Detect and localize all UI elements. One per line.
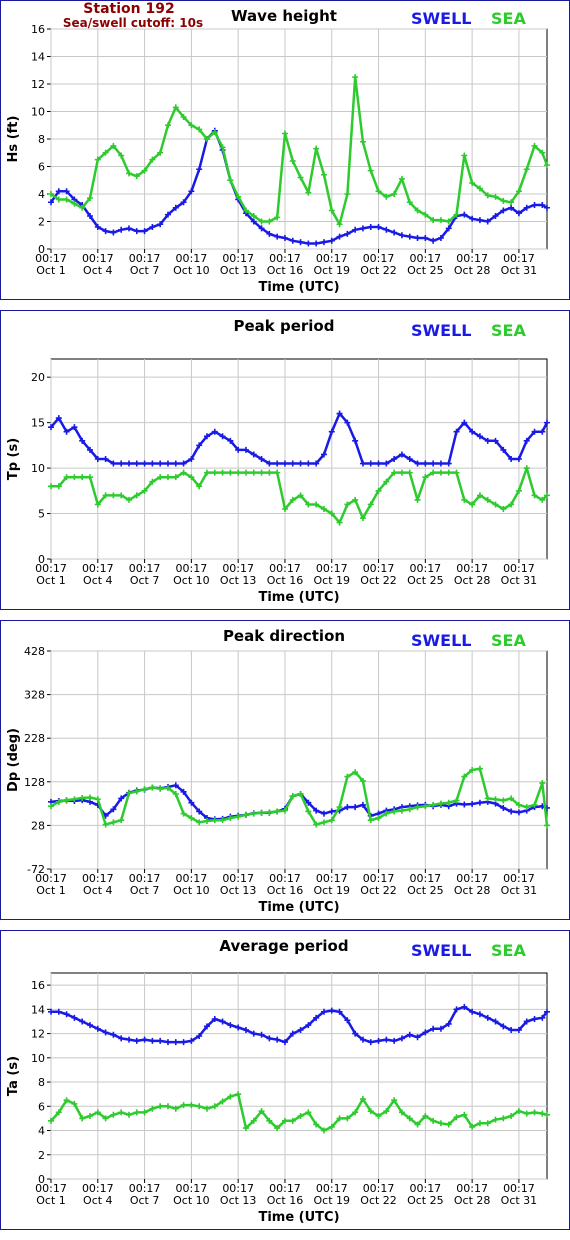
- x-tick-date: Oct 10: [173, 1194, 210, 1207]
- x-tick-date: Oct 13: [220, 574, 257, 587]
- x-tick-date: Oct 16: [267, 1194, 304, 1207]
- legend-sea: SEA: [491, 9, 526, 28]
- x-axis-label: Time (UTC): [258, 900, 339, 915]
- y-tick-label: 20: [31, 371, 45, 384]
- x-tick-date: Oct 31: [501, 264, 538, 277]
- y-tick-label: 12: [31, 1028, 45, 1041]
- y-tick-label: 2: [38, 216, 45, 229]
- x-tick-date: Oct 4: [83, 264, 113, 277]
- y-tick-label: 16: [31, 23, 45, 36]
- legend-swell: SWELL: [411, 941, 472, 960]
- chart-title: Peak direction: [222, 627, 346, 645]
- x-tick-date: Oct 7: [130, 574, 160, 587]
- y-axis-label: Ta (s): [6, 1056, 21, 1096]
- x-tick-date: Oct 13: [220, 884, 257, 897]
- y-axis-label: Tp (s): [6, 438, 21, 480]
- y-tick-label: 10: [31, 1052, 45, 1065]
- legend-sea: SEA: [491, 941, 526, 960]
- x-tick-date: Oct 7: [130, 1194, 160, 1207]
- x-tick-date: Oct 16: [267, 884, 304, 897]
- y-tick-label: 6: [38, 161, 45, 174]
- x-tick-date: Oct 4: [83, 574, 113, 587]
- x-tick-date: Oct 25: [407, 1194, 444, 1207]
- y-tick-label: 10: [31, 462, 45, 475]
- average-period-panel: 0 2 4 6 8 10 12 14 16 00:17 Oct 1 00:17 Oct 4 00:17 Oc…: [0, 930, 570, 1230]
- y-tick-label: 28: [31, 819, 45, 832]
- x-tick-date: Oct 10: [173, 574, 210, 587]
- x-tick-date: Oct 19: [313, 1194, 350, 1207]
- x-tick-date: Oct 31: [501, 1194, 538, 1207]
- x-tick-date: Oct 19: [313, 264, 350, 277]
- x-tick-date: Oct 4: [83, 884, 113, 897]
- x-tick-date: Oct 1: [36, 264, 66, 277]
- y-tick-label: 15: [31, 417, 45, 430]
- x-tick-date: Oct 22: [360, 1194, 397, 1207]
- y-tick-label: 4: [38, 1125, 45, 1138]
- y-tick-label: 5: [38, 508, 45, 521]
- y-tick-label: 8: [38, 1076, 45, 1089]
- x-axis-label: Time (UTC): [258, 1210, 339, 1225]
- x-tick-date: Oct 31: [501, 574, 538, 587]
- x-tick-date: Oct 1: [36, 574, 66, 587]
- x-tick-date: Oct 31: [501, 884, 538, 897]
- x-tick-date: Oct 25: [407, 264, 444, 277]
- legend-sea: SEA: [491, 631, 526, 650]
- average-period-chart: 024681012141600:17Oct 100:17Oct 400:17Oc…: [6, 972, 550, 1225]
- x-tick-date: Oct 28: [454, 574, 491, 587]
- legend-swell: SWELL: [411, 631, 472, 650]
- x-tick-date: Oct 25: [407, 574, 444, 587]
- x-tick-date: Oct 28: [454, 884, 491, 897]
- x-tick-date: Oct 4: [83, 1194, 113, 1207]
- wave-height-chart: 024681012141600:17Oct 100:17Oct 400:17Oc…: [6, 23, 550, 295]
- x-axis-label: Time (UTC): [258, 280, 339, 295]
- x-tick-date: Oct 1: [36, 1194, 66, 1207]
- peak-direction-panel: -72 28 128 228 328 428 00:17 Oct 1 00:17 Oct 4 00:…: [0, 620, 570, 920]
- x-tick-date: Oct 1: [36, 884, 66, 897]
- y-tick-label: 4: [38, 188, 45, 201]
- x-tick-date: Oct 13: [220, 264, 257, 277]
- y-tick-label: 14: [31, 51, 45, 64]
- x-axis-label: Time (UTC): [258, 590, 339, 605]
- x-tick-date: Oct 28: [454, 264, 491, 277]
- x-tick-date: Oct 13: [220, 1194, 257, 1207]
- y-axis-label: Hs (ft): [6, 116, 21, 163]
- x-tick-date: Oct 16: [267, 264, 304, 277]
- y-tick-label: 14: [31, 1003, 45, 1016]
- x-tick-date: Oct 25: [407, 884, 444, 897]
- peak-direction-chart: -722812822832842800:17Oct 100:17Oct 400:…: [6, 645, 550, 915]
- y-axis-label: Dp (deg): [6, 728, 21, 792]
- y-tick-label: 12: [31, 78, 45, 91]
- peak-period-chart: 0510152000:17Oct 100:17Oct 400:17Oct 700…: [6, 358, 550, 605]
- chart-title: Average period: [219, 937, 349, 955]
- x-tick-date: Oct 10: [173, 264, 210, 277]
- peak-period-panel: 0 5 10 15 20 00:17 Oct 1 00:17 Oct 4 00:17 Oct 7 00…: [0, 310, 570, 610]
- x-tick-date: Oct 10: [173, 884, 210, 897]
- x-tick-date: Oct 7: [130, 884, 160, 897]
- y-tick-label: 6: [38, 1100, 45, 1113]
- x-tick-date: Oct 28: [454, 1194, 491, 1207]
- y-tick-label: 16: [31, 979, 45, 992]
- x-tick-date: Oct 19: [313, 574, 350, 587]
- wave-height-panel: 0 2 4 6 8 10 12 14 16 00:17 Oct 1 00:17 Oct 4 00:17 Oc…: [0, 0, 570, 300]
- legend-swell: SWELL: [411, 9, 472, 28]
- legend-sea: SEA: [491, 321, 526, 340]
- x-tick-date: Oct 19: [313, 884, 350, 897]
- chart-title: Peak period: [233, 317, 335, 335]
- y-tick-label: 228: [24, 732, 45, 745]
- x-tick-date: Oct 16: [267, 574, 304, 587]
- y-tick-label: 128: [24, 776, 45, 789]
- chart-title: Wave height: [231, 7, 337, 25]
- y-tick-label: 2: [38, 1149, 45, 1162]
- y-tick-label: 10: [31, 106, 45, 119]
- x-tick-date: Oct 22: [360, 574, 397, 587]
- legend-swell: SWELL: [411, 321, 472, 340]
- y-tick-label: 328: [24, 689, 45, 702]
- x-tick-date: Oct 22: [360, 264, 397, 277]
- y-tick-label: 8: [38, 133, 45, 146]
- x-tick-date: Oct 22: [360, 884, 397, 897]
- x-tick-date: Oct 7: [130, 264, 160, 277]
- y-tick-label: 428: [24, 645, 45, 658]
